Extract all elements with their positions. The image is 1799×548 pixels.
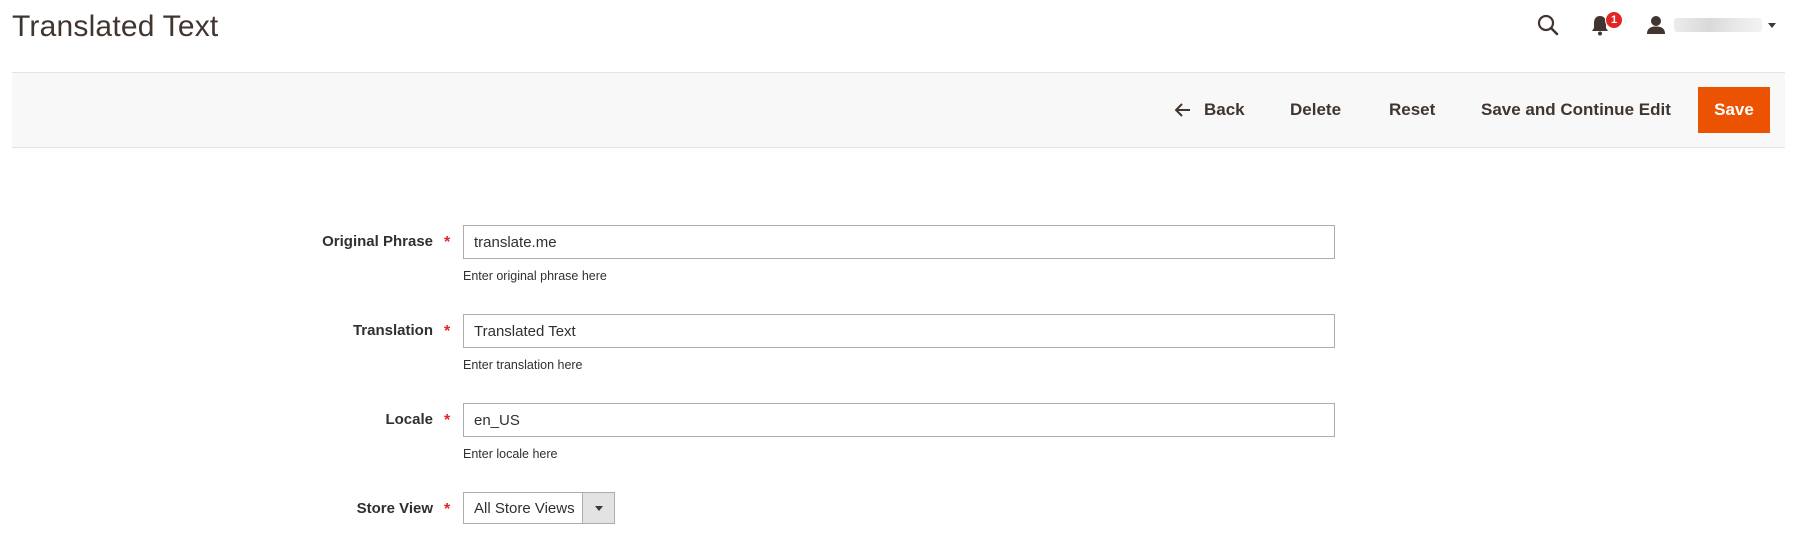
required-indicator: * — [444, 234, 451, 251]
translation-input[interactable] — [463, 314, 1335, 348]
arrow-left-icon — [1175, 103, 1190, 117]
original-phrase-note: Enter original phrase here — [463, 269, 607, 283]
dropdown-arrow[interactable] — [582, 493, 614, 523]
save-button[interactable]: Save — [1698, 87, 1770, 133]
required-indicator: * — [444, 412, 451, 429]
notification-count-badge[interactable]: 1 — [1605, 11, 1623, 29]
locale-label: Locale — [385, 411, 433, 428]
original-phrase-label: Original Phrase — [322, 233, 433, 250]
user-name-redacted — [1674, 18, 1762, 32]
store-view-select[interactable]: All Store Views — [463, 492, 615, 524]
back-button[interactable]: Back — [1175, 73, 1245, 147]
original-phrase-input[interactable] — [463, 225, 1335, 259]
delete-button[interactable]: Delete — [1290, 73, 1341, 147]
required-indicator: * — [444, 501, 451, 518]
search-button[interactable] — [1535, 12, 1561, 38]
user-icon — [1647, 16, 1665, 34]
required-indicator: * — [444, 323, 451, 340]
page: Translated Text 1 Back Delete Reset Save… — [0, 0, 1799, 548]
page-title: Translated Text — [12, 10, 219, 43]
store-view-selected-value: All Store Views — [474, 499, 575, 517]
locale-input[interactable] — [463, 403, 1335, 437]
chevron-down-icon — [1768, 22, 1776, 28]
locale-note: Enter locale here — [463, 447, 558, 461]
reset-button[interactable]: Reset — [1389, 73, 1435, 147]
user-menu[interactable] — [1646, 12, 1776, 38]
store-view-label: Store View — [356, 500, 433, 517]
search-icon — [1537, 14, 1559, 36]
back-button-label: Back — [1204, 100, 1245, 119]
chevron-down-icon — [594, 505, 603, 511]
page-actions-toolbar: Back Delete Reset Save and Continue Edit… — [12, 72, 1785, 148]
translation-label: Translation — [352, 322, 433, 339]
translation-note: Enter translation here — [463, 358, 583, 372]
save-and-continue-button[interactable]: Save and Continue Edit — [1481, 73, 1671, 147]
